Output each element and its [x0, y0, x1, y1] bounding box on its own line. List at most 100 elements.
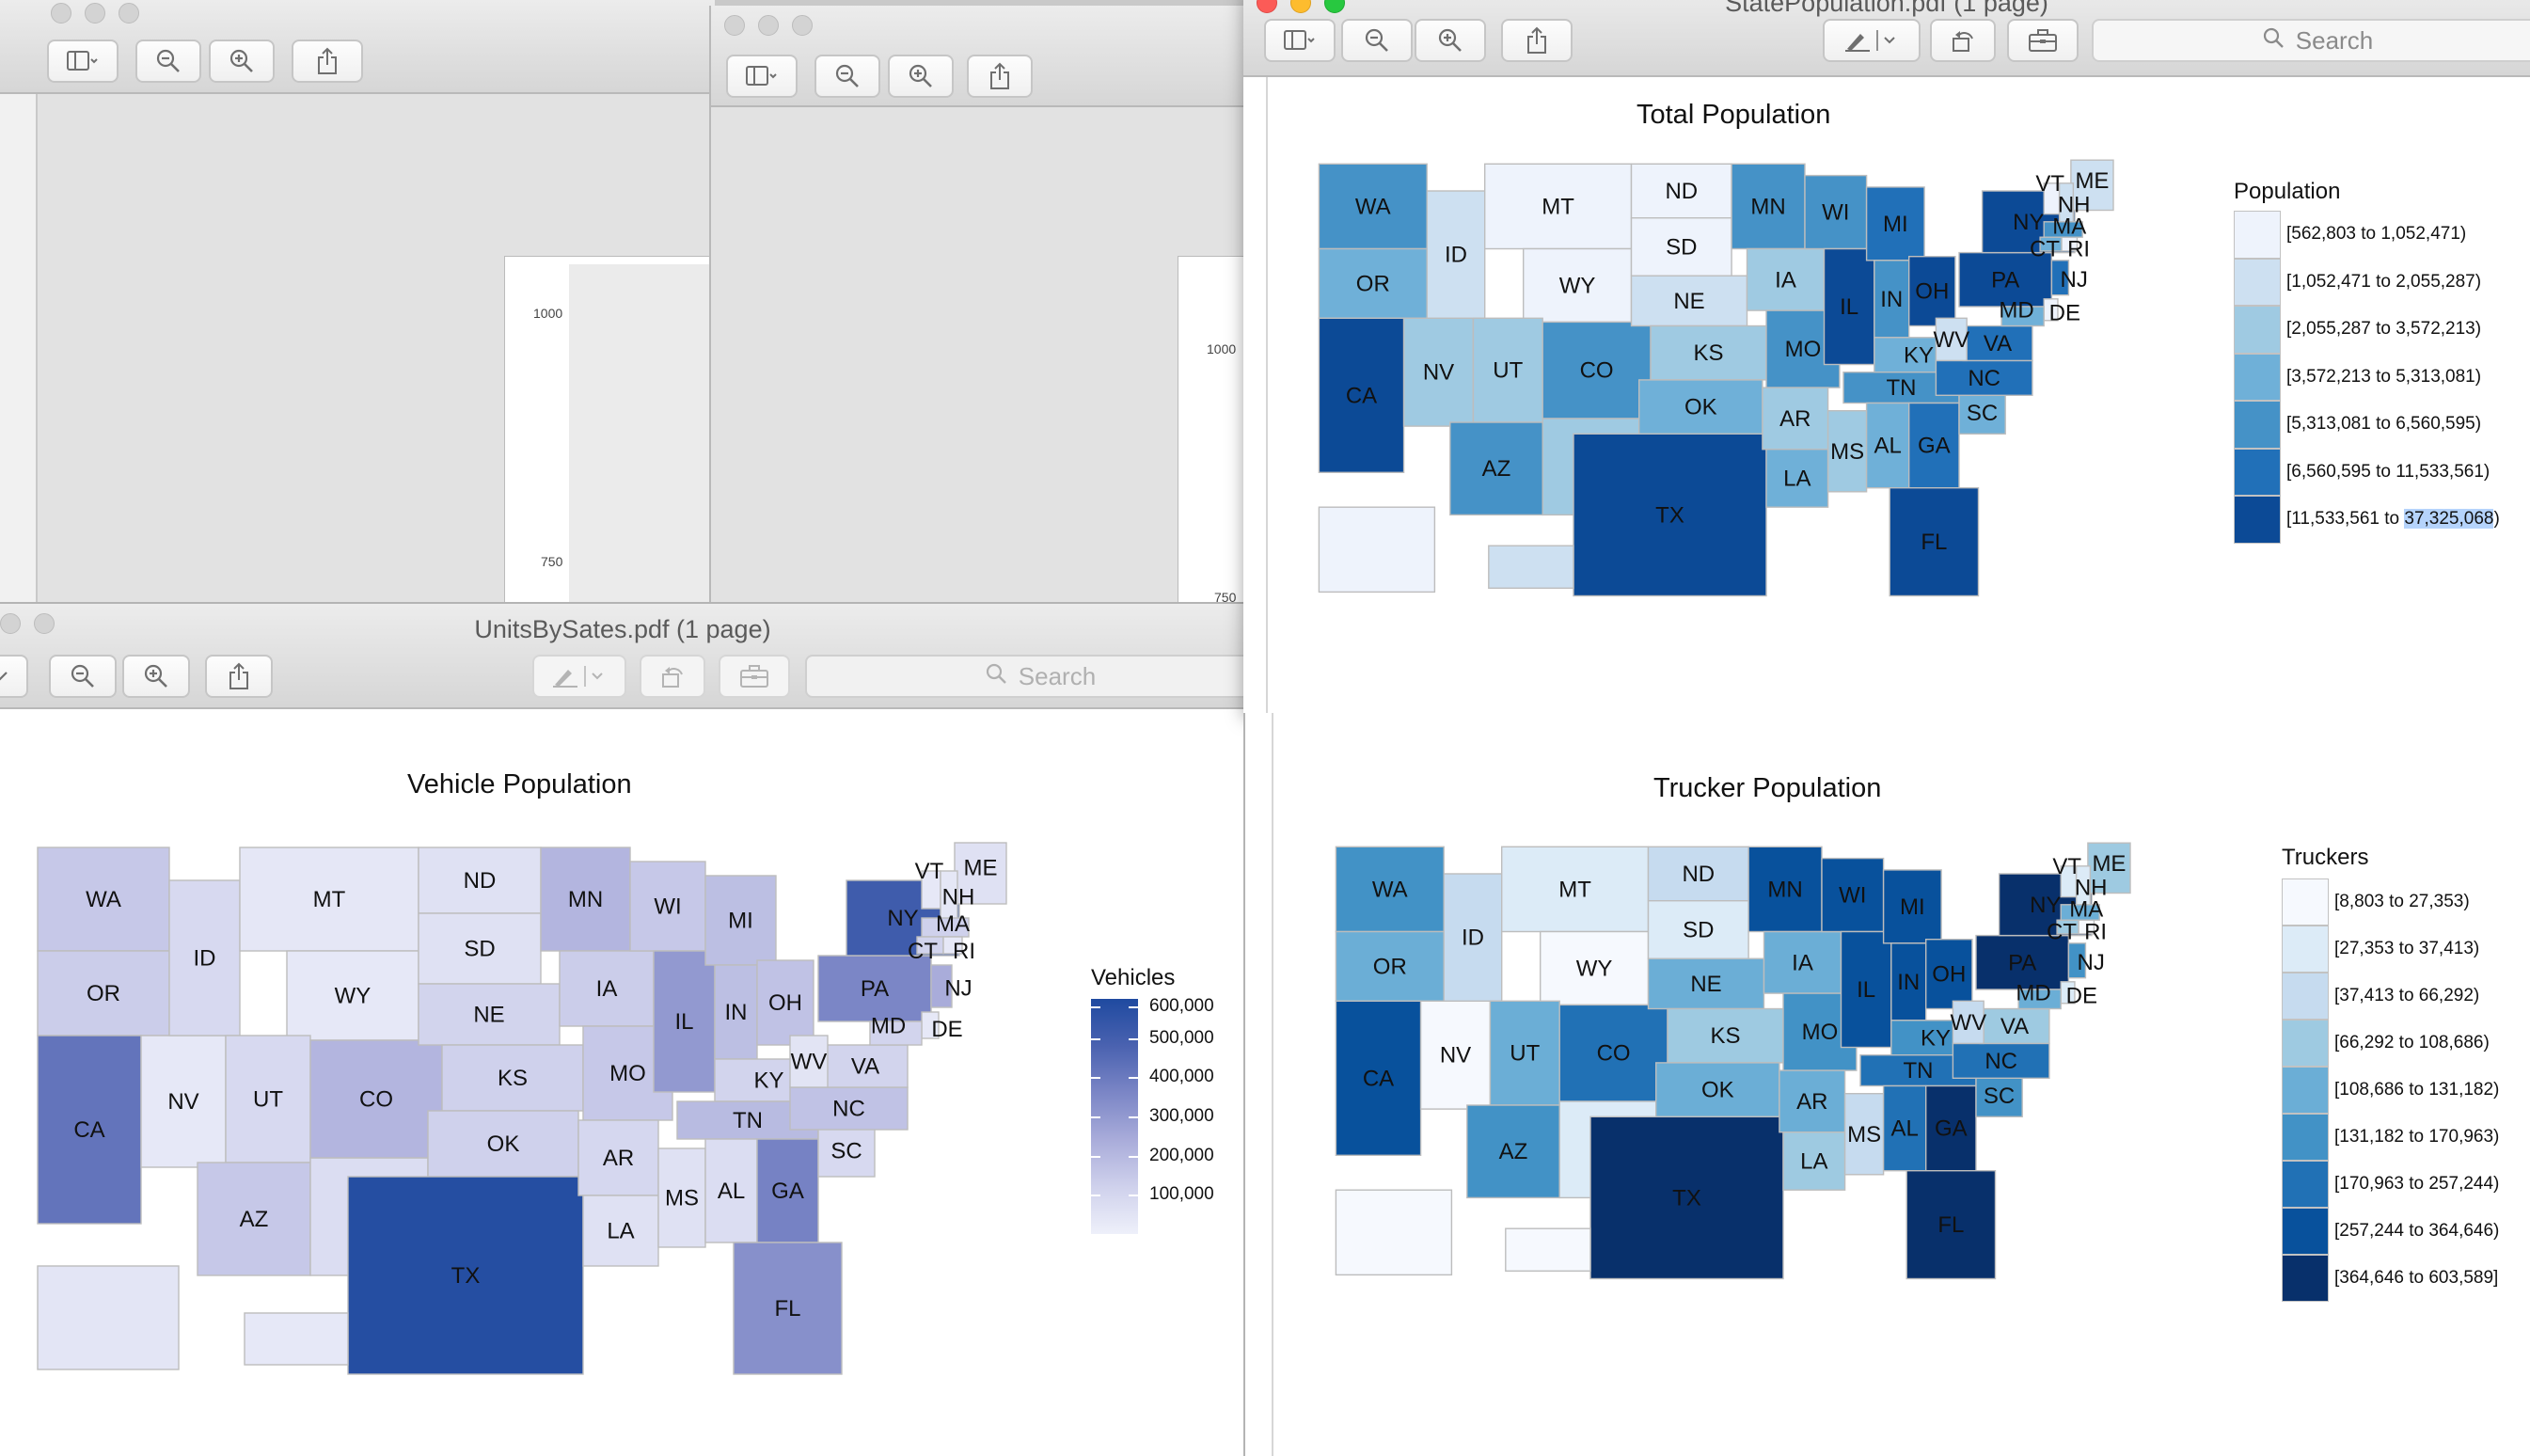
- state-label-id: ID: [1445, 243, 1467, 268]
- state-label-ok: OK: [1701, 1078, 1734, 1103]
- legend-label: [3,572,213 to 5,313,081): [2286, 366, 2482, 387]
- colorbar-label: 500,000: [1149, 1027, 1214, 1048]
- legend-label: [37,413 to 66,292): [2334, 986, 2480, 1005]
- zoom-out-button[interactable]: [49, 655, 117, 698]
- legend-label: [1,052,471 to 2,055,287): [2286, 271, 2482, 292]
- search-label: Search: [1018, 661, 1097, 690]
- state-label-ks: KS: [498, 1066, 528, 1091]
- toolbox-button[interactable]: [2007, 19, 2079, 62]
- legend-swatch: [2234, 496, 2281, 544]
- markup-button[interactable]: [1823, 19, 1921, 62]
- state-label-fl: FL: [1921, 530, 1947, 555]
- axis-tick-label: 1000: [533, 306, 563, 321]
- state-label-ms: MS: [1830, 439, 1864, 465]
- zoom-icon[interactable]: [119, 3, 139, 24]
- minimize-icon[interactable]: [85, 3, 105, 24]
- state-label-nj: NJ: [2061, 267, 2088, 293]
- state-label-wy: WY: [335, 984, 372, 1009]
- legend-swatch: [2282, 1255, 2329, 1302]
- back-left-toolbar: [0, 0, 715, 94]
- zoom-out-button[interactable]: [814, 55, 880, 98]
- state-label-wa: WA: [1372, 877, 1408, 902]
- legend-item: [27,353 to 37,413): [2282, 926, 2479, 973]
- state-label-az: AZ: [1499, 1139, 1528, 1164]
- search-field[interactable]: Search: [2092, 19, 2530, 62]
- state-label-nv: NV: [1440, 1043, 1471, 1068]
- share-button[interactable]: [1501, 19, 1573, 62]
- legend-swatch: [2234, 353, 2281, 401]
- legend-title: Truckers: [2282, 845, 2369, 870]
- legend-item: [6,560,595 to 11,533,561): [2234, 448, 2490, 496]
- rotate-button[interactable]: [640, 655, 705, 698]
- close-icon[interactable]: [51, 3, 71, 24]
- zoom-in-button[interactable]: [209, 40, 275, 83]
- minimize-icon[interactable]: [758, 15, 779, 36]
- zoom-in-button[interactable]: [888, 55, 954, 98]
- state-label-al: AL: [1874, 434, 1901, 459]
- window-title: StatePopulation.pdf (1 page): [1725, 0, 2048, 17]
- state-label-ut: UT: [253, 1087, 283, 1113]
- axis-tick-label: 1000: [1207, 341, 1237, 356]
- legend-label: [562,803 to 1,052,471): [2286, 224, 2467, 245]
- state-label-la: LA: [607, 1219, 634, 1244]
- page-preview: 1000 750: [504, 256, 715, 621]
- zoom-out-button[interactable]: [1341, 19, 1413, 62]
- share-button[interactable]: [967, 55, 1033, 98]
- state-label-id: ID: [194, 946, 216, 972]
- sidebar-button[interactable]: [726, 55, 798, 98]
- zoom-out-button[interactable]: [135, 40, 201, 83]
- markup-pen-icon: [551, 664, 608, 688]
- state-label-md: MD: [871, 1014, 906, 1039]
- share-icon: [1526, 26, 1548, 55]
- window-controls: [724, 15, 813, 36]
- colorbar-label: 400,000: [1149, 1067, 1214, 1087]
- sidebar-button[interactable]: [0, 655, 28, 698]
- state-label-ct: CT: [908, 939, 938, 964]
- legend-item: [170,963 to 257,244): [2282, 1161, 2499, 1208]
- markup-button[interactable]: [532, 655, 626, 698]
- legend-item: [131,182 to 170,963): [2282, 1114, 2499, 1161]
- state-label-oh: OH: [1915, 279, 1949, 305]
- vehicles-page: Vehicle Population WAORCANVIDMTWYUTAZNMC…: [0, 711, 1245, 1456]
- state-label-il: IL: [674, 1009, 693, 1035]
- state-label-ga: GA: [1918, 434, 1951, 459]
- share-button[interactable]: [205, 655, 273, 698]
- state-label-ut: UT: [1493, 358, 1523, 384]
- colorbar-tick: [1129, 1155, 1138, 1158]
- state-label-ct: CT: [2030, 237, 2060, 262]
- legend-label: [27,353 to 37,413): [2334, 939, 2480, 958]
- state-label-nd: ND: [1665, 179, 1698, 204]
- state-label-ks: KS: [1710, 1023, 1740, 1049]
- state-label-or: OR: [1356, 271, 1390, 296]
- state-label-ia: IA: [596, 976, 618, 1002]
- legend-label: [6,560,595 to 11,533,561): [2286, 461, 2490, 482]
- legend-swatch: [2282, 1067, 2329, 1114]
- state-label-vt: VT: [915, 859, 944, 884]
- state-label-nj: NJ: [944, 976, 972, 1002]
- share-button[interactable]: [292, 40, 363, 83]
- sidebar-button[interactable]: [47, 40, 119, 83]
- state-label-ne: NE: [1690, 972, 1721, 997]
- sidebar-button[interactable]: [1264, 19, 1336, 62]
- sidebar-edge: [1243, 77, 1268, 713]
- state-label-ca: CA: [1346, 383, 1377, 408]
- state-label-nv: NV: [167, 1089, 198, 1115]
- zoom-in-button[interactable]: [1415, 19, 1486, 62]
- state-label-tn: TN: [1887, 375, 1917, 401]
- legend-swatch: [2282, 1114, 2329, 1161]
- state-label-ks: KS: [1693, 340, 1723, 366]
- legend-label: [108,686 to 131,182): [2334, 1080, 2500, 1100]
- toolbox-button[interactable]: [719, 655, 790, 698]
- state-label-nc: NC: [1984, 1049, 2017, 1074]
- legend-item: [562,803 to 1,052,471): [2234, 211, 2466, 259]
- rotate-button[interactable]: [1930, 19, 1996, 62]
- state-label-wy: WY: [1576, 956, 1613, 981]
- state-label-mt: MT: [1558, 877, 1591, 902]
- zoom-icon[interactable]: [792, 15, 813, 36]
- search-field[interactable]: Search: [805, 655, 1245, 698]
- state-label-me: ME: [2075, 168, 2109, 194]
- state-label-ok: OK: [487, 1132, 520, 1157]
- close-icon[interactable]: [724, 15, 745, 36]
- zoom-in-button[interactable]: [122, 655, 190, 698]
- colorbar-tick: [1129, 1037, 1138, 1040]
